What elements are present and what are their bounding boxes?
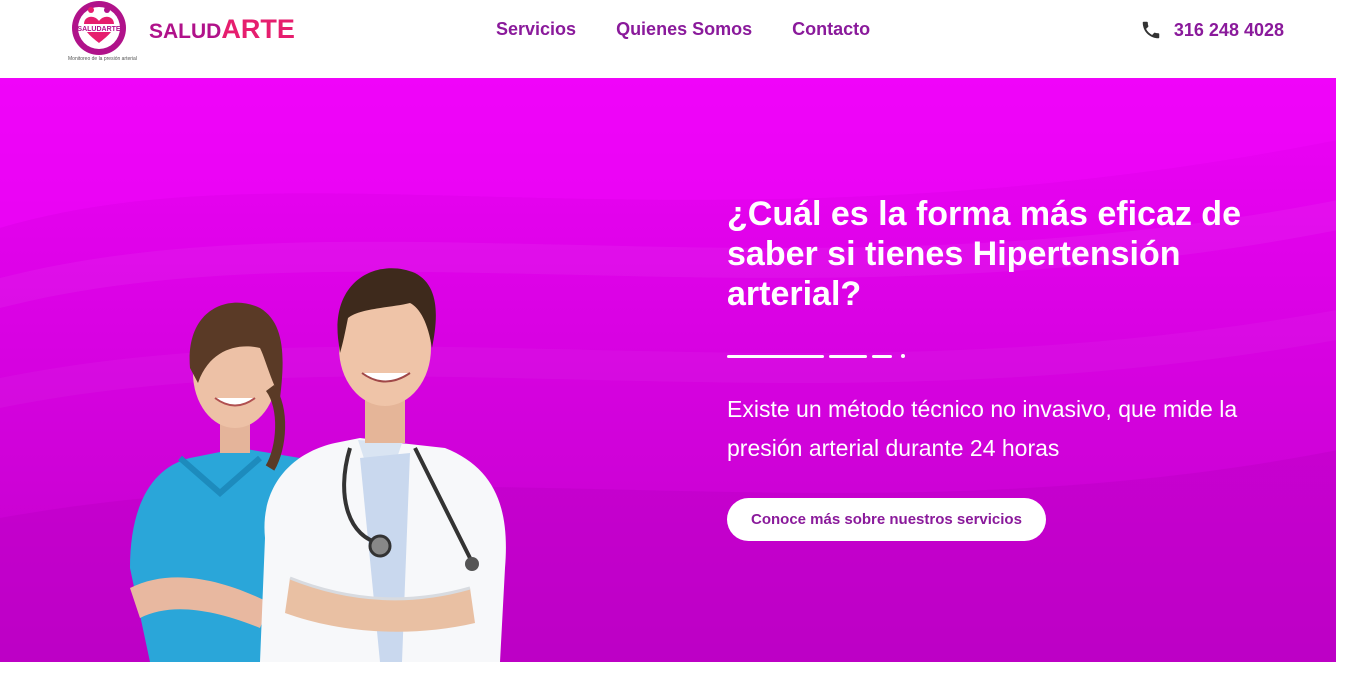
hero-headline: ¿Cuál es la forma más eficaz de saber si… — [727, 195, 1241, 313]
hero-subtext: Existe un método técnico no invasivo, qu… — [727, 396, 1238, 461]
saludarte-logo[interactable]: SALUDARTE — [66, 0, 138, 64]
hero-section: ¿Cuál es la forma más eficaz de saber si… — [0, 78, 1348, 662]
phone-icon — [1142, 21, 1160, 39]
nav-quienes-somos[interactable]: Quienes Somos — [616, 19, 752, 40]
nav-contacto[interactable]: Contacto — [792, 19, 870, 40]
doctors-image — [130, 268, 506, 662]
hero-content: ¿Cuál es la forma más eficaz de saber si… — [727, 194, 1287, 541]
nav-servicios[interactable]: Servicios — [496, 19, 576, 40]
logo-tagline: Monitoreo de la presión arterial — [68, 56, 137, 62]
scrollbar[interactable] — [1336, 0, 1348, 698]
brand-prefix: SALUD — [149, 20, 222, 43]
services-cta-button[interactable]: Conoce más sobre nuestros servicios — [727, 498, 1046, 541]
site-header: SALUDARTE Monitoreo de la presión arteri… — [0, 0, 1348, 78]
decorative-divider — [727, 354, 1287, 358]
main-nav: Servicios Quienes Somos Contacto — [496, 19, 870, 40]
phone-number: 316 248 4028 — [1173, 19, 1284, 40]
phone-contact[interactable]: 316 248 4028 — [1140, 19, 1284, 41]
brand-suffix: ARTE — [221, 14, 295, 44]
brand-name[interactable]: SALUDARTE — [149, 14, 295, 45]
svg-text:SALUDARTE: SALUDARTE — [77, 26, 120, 33]
